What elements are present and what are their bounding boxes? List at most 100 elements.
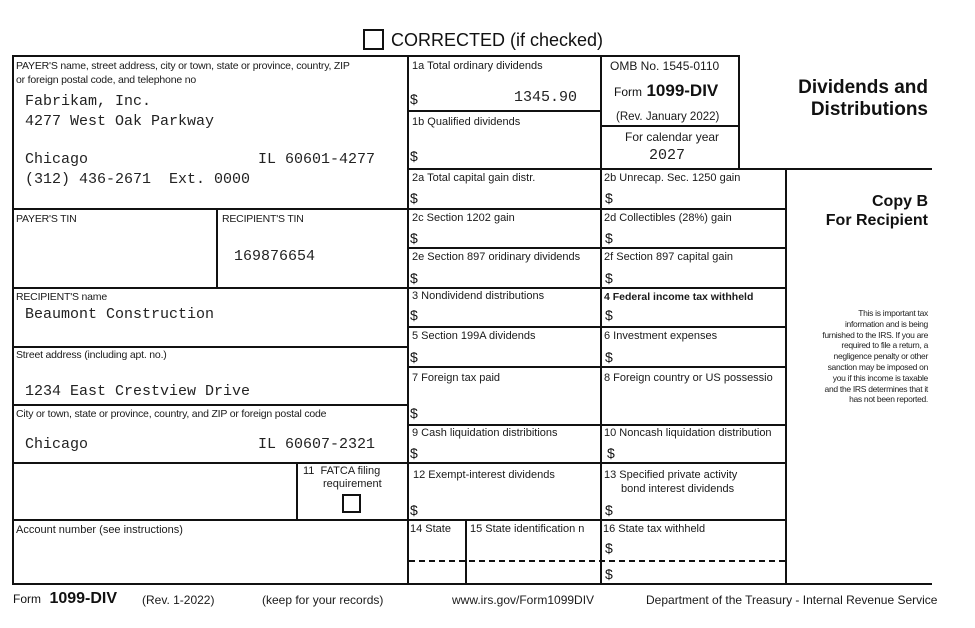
notice-line: sanction may be imposed on	[827, 361, 929, 372]
col-divider-2	[600, 55, 602, 583]
payer-street[interactable]: 4277 West Oak Parkway	[25, 113, 214, 130]
box-3-dollar: $	[410, 307, 418, 323]
notice-line: information and is being	[844, 318, 928, 329]
payer-name[interactable]: Fabrikam, Inc.	[25, 93, 151, 110]
footer-dept: Department of the Treasury - Internal Re…	[646, 593, 938, 607]
fatca-checkbox[interactable]	[342, 494, 361, 513]
b14-divider	[465, 519, 467, 583]
payer-phone[interactable]: (312) 436-2671 Ext. 0000	[25, 171, 250, 188]
recipient-street-label: Street address (including apt. no.)	[16, 349, 167, 361]
payer-label-line2: or foreign postal code, and telephone no	[16, 74, 196, 86]
notice-line: you if this income is taxable	[832, 372, 929, 383]
box-1b-dollar: $	[410, 148, 418, 164]
omb-form-prefix: Form	[614, 85, 642, 99]
irs-notice: This is important tax information and is…	[822, 308, 928, 405]
box-4-dollar: $	[605, 307, 613, 323]
recipient-city-label: City or town, state or province, country…	[16, 408, 327, 420]
notice-line: negligence penalty or other	[833, 351, 929, 362]
frame-top-line	[12, 55, 739, 57]
row-2e-top	[407, 247, 785, 249]
recipient-name[interactable]: Beaumont Construction	[25, 306, 214, 323]
b1a-bottom-line	[407, 110, 600, 112]
box-2e-label: 2e Section 897 oridinary dividends	[412, 251, 581, 263]
recipient-street[interactable]: 1234 East Crestview Drive	[25, 383, 250, 400]
fatca-divider	[296, 462, 298, 520]
box-4-label: 4 Federal income tax withheld	[604, 291, 754, 303]
street-bottom-line	[12, 404, 407, 406]
recipient-state-zip[interactable]: IL 60607-2321	[258, 436, 375, 453]
box-1a-label: 1a Total ordinary dividends	[412, 60, 543, 72]
row-9-top	[407, 424, 785, 426]
box-12-dollar: $	[410, 502, 418, 518]
recipient-name-label: RECIPIENT'S name	[16, 291, 107, 303]
corrected-checkbox[interactable]	[363, 29, 384, 50]
box-5-dollar: $	[410, 349, 418, 365]
fatca-bottom-line	[12, 519, 407, 521]
copy-b-line2: For Recipient	[825, 212, 928, 229]
fatca-label-line2: requirement	[323, 478, 382, 490]
box-9-dollar: $	[410, 445, 418, 461]
footer-rev: (Rev. 1-2022)	[142, 593, 215, 607]
form-title-line1: Dividends and	[798, 77, 928, 98]
box-2a-label: 2a Total capital gain distr.	[412, 172, 536, 184]
box-2a-dollar: $	[410, 190, 418, 206]
box-12-label: 12 Exempt-interest dividends	[413, 469, 555, 481]
payer-city[interactable]: Chicago	[25, 151, 88, 168]
row-14-top	[407, 519, 785, 521]
omb-right-line	[738, 55, 740, 169]
account-number-value[interactable]	[25, 548, 325, 566]
box-8-label: 8 Foreign country or US possessio	[604, 372, 773, 384]
payer-bottom-line	[12, 208, 407, 210]
box-13-label-line1: 13 Specified private activity	[604, 469, 738, 481]
box-16-label: 16 State tax withheld	[603, 523, 706, 535]
box-3-label: 3 Nondividend distributions	[412, 290, 545, 302]
footer-keep: (keep for your records)	[262, 593, 384, 607]
payer-label-line1: PAYER'S name, street address, city or to…	[16, 60, 350, 72]
tin-divider	[216, 208, 218, 288]
footer-form-id: Form 1099-DIV	[13, 590, 117, 608]
box-2e-dollar: $	[410, 270, 418, 286]
payer-state-zip[interactable]: IL 60601-4277	[258, 151, 375, 168]
recipient-city[interactable]: Chicago	[25, 436, 88, 453]
box-10-label: 10 Noncash liquidation distribution	[604, 427, 772, 439]
row-3-top	[407, 287, 785, 289]
row-2a-top	[407, 168, 738, 170]
box-6-label: 6 Investment expenses	[604, 330, 718, 342]
box-1a-dollar: $	[410, 91, 418, 107]
notice-line: This is important tax	[858, 308, 928, 318]
omb-form-name: 1099-DIV	[646, 81, 719, 100]
box-16-dollar-2: $	[605, 566, 613, 582]
frame-bottom-line	[12, 583, 932, 585]
footer-form-name: 1099-DIV	[49, 590, 118, 607]
box-1b-label: 1b Qualified dividends	[412, 116, 521, 128]
box-7-dollar: $	[410, 405, 418, 421]
box-1a-value[interactable]: 1345.90	[514, 89, 577, 106]
rev-bottom-line	[600, 125, 738, 127]
title-bottom-line	[738, 168, 932, 170]
col-divider-1	[407, 55, 409, 584]
recipient-tin-value[interactable]: 169876654	[234, 248, 315, 265]
footer-url[interactable]: www.irs.gov/Form1099DIV	[452, 594, 594, 606]
calendar-year[interactable]: 2027	[649, 147, 685, 164]
notice-line: required to file a return, a	[841, 340, 928, 351]
payer-tin-value[interactable]	[25, 248, 175, 266]
footer-form-prefix: Form	[13, 592, 41, 606]
box-15-label: 15 State identification n	[470, 523, 585, 535]
calendar-year-label: For calendar year	[625, 130, 720, 144]
notice-line: and the IRS determines that it	[824, 383, 929, 394]
box-2c-dollar: $	[410, 230, 418, 246]
account-number-label: Account number (see instructions)	[16, 524, 183, 536]
recipient-tin-label: RECIPIENT'S TIN	[222, 213, 304, 225]
box-13-label-line2: bond interest dividends	[621, 483, 735, 495]
box-9-label: 9 Cash liquidation distribitions	[412, 427, 558, 439]
omb-rev: (Rev. January 2022)	[616, 111, 720, 123]
city-bottom-line	[12, 462, 407, 464]
box-2d-dollar: $	[605, 230, 613, 246]
box-2f-label: 2f Section 897 capital gain	[604, 251, 734, 263]
omb-form-id: Form 1099-DIV	[614, 81, 718, 101]
col-divider-3	[785, 168, 787, 583]
row-12-top	[407, 462, 785, 464]
box-7-label: 7 Foreign tax paid	[412, 372, 501, 384]
box-2f-dollar: $	[605, 270, 613, 286]
box-6-dollar: $	[605, 349, 613, 365]
